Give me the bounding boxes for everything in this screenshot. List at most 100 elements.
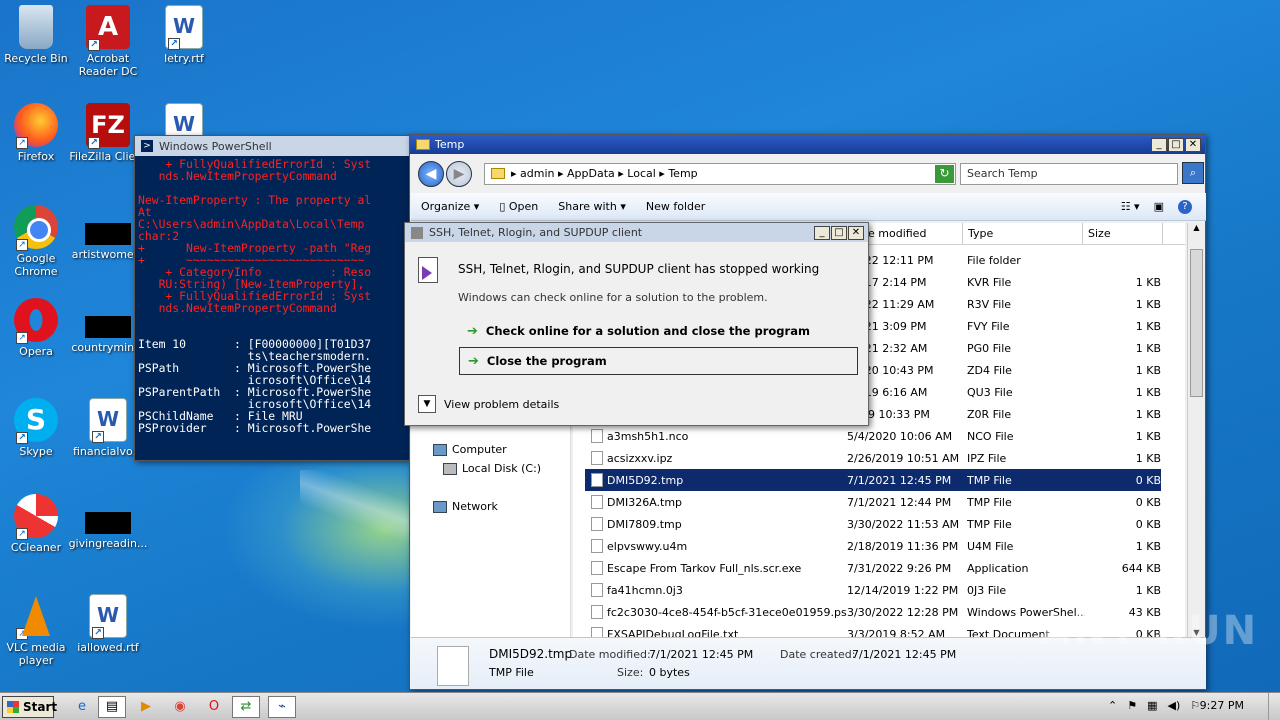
network-tray-icon[interactable]: ▦ [1147, 699, 1157, 712]
file-type: IPZ File [967, 451, 1007, 465]
file-size: 1 KB [1135, 341, 1161, 355]
tray-expand-icon[interactable]: ⌃ [1108, 699, 1117, 712]
check-online-button[interactable]: ➔ Check online for a solution and close t… [459, 317, 858, 345]
dialog-titlebar[interactable]: SSH, Telnet, Rlogin, and SUPDUP client _… [405, 223, 868, 242]
open-button[interactable]: ▯ Open [489, 200, 548, 213]
desktop-icon[interactable]: Recycle Bin [0, 5, 76, 65]
ie-icon[interactable]: e [68, 696, 96, 718]
desktop-icon[interactable]: W ↗ iallowed.rtf [68, 594, 148, 654]
help-icon[interactable]: ? [1178, 199, 1192, 214]
desktop-icon-label: Firefox [17, 150, 55, 163]
desktop-icon[interactable]: S ↗ Skype [0, 398, 76, 458]
vertical-scrollbar[interactable]: ▲ ▼ [1187, 223, 1205, 637]
file-type: Z0R File [967, 407, 1012, 421]
breadcrumb-item[interactable]: AppData [567, 167, 615, 180]
action-center-icon[interactable]: ⚑ [1127, 699, 1137, 712]
scroll-thumb[interactable] [1190, 249, 1203, 397]
crash-dialog[interactable]: SSH, Telnet, Rlogin, and SUPDUP client _… [404, 222, 869, 426]
breadcrumb-item[interactable]: admin [520, 167, 554, 180]
explorer-taskbar-icon[interactable]: ▤ [98, 696, 126, 718]
scroll-up-icon[interactable]: ▲ [1188, 223, 1205, 232]
column-header-modified[interactable]: e modified [863, 223, 963, 244]
file-row[interactable]: DMI326A.tmp 7/1/2021 12:44 PM TMP File 0 KB [585, 491, 1161, 513]
word-doc-icon: W↗ [89, 398, 127, 443]
chevron-right-icon[interactable]: ▸ [615, 167, 628, 180]
arrow-icon: ➔ [468, 353, 479, 369]
minimize-button[interactable]: _ [814, 226, 830, 240]
powershell-title: Windows PowerShell [159, 139, 272, 153]
desktop-icon[interactable]: givingreadin... [68, 494, 148, 550]
file-row[interactable]: a3msh5h1.nco 5/4/2020 10:06 AM NCO File 1 K… [585, 425, 1161, 447]
forward-button[interactable]: ▶ [446, 161, 472, 187]
breadcrumb-item[interactable]: Temp [668, 167, 697, 180]
file-row[interactable]: acsizxxv.ipz 2/26/2019 10:51 AM IPZ File 1 … [585, 447, 1161, 469]
computer-icon [433, 443, 447, 456]
preview-pane-icon[interactable]: ▣ [1154, 200, 1164, 214]
file-type: TMP File [967, 495, 1012, 509]
powershell-console[interactable]: + FullyQualifiedErrorId : Syst nds.NewIt… [135, 156, 409, 460]
refresh-icon[interactable]: ↻ [935, 165, 954, 183]
file-date: 7/31/2022 9:26 PM [847, 561, 952, 575]
search-input[interactable]: Search Temp [960, 163, 1178, 185]
powershell-taskbar-icon[interactable]: ⌁ [268, 696, 296, 718]
putty-taskbar-icon[interactable]: ⇄ [232, 696, 260, 718]
desktop-icon[interactable]: ↗ Google Chrome [0, 205, 76, 278]
chrome-taskbar-icon[interactable]: ◉ [166, 696, 194, 718]
volume-icon[interactable]: ◀) [1168, 699, 1181, 712]
search-icon[interactable]: ⌕ [1182, 162, 1204, 184]
column-header-type[interactable]: Type [963, 223, 1083, 244]
clock[interactable]: 9:27 PM [1200, 699, 1244, 712]
recycle-bin-icon [19, 5, 53, 49]
view-details-toggle[interactable]: ▼ View problem details [418, 395, 559, 413]
chevron-right-icon[interactable]: ▸ [511, 167, 520, 180]
desktop-icon-label: CCleaner [10, 541, 62, 554]
redacted-icon [85, 512, 131, 534]
start-button[interactable]: Start [2, 696, 57, 718]
show-desktop-button[interactable] [1268, 693, 1280, 720]
desktop-icon[interactable]: ↗ CCleaner [0, 494, 76, 554]
power-icon[interactable]: ⚐ [1190, 699, 1200, 712]
maximize-button[interactable]: □ [1168, 138, 1184, 152]
file-date: 5/4/2020 10:06 AM [847, 429, 953, 443]
close-button[interactable]: ✕ [1185, 138, 1201, 152]
desktop-icon[interactable]: W ↗ letry.rtf [144, 5, 224, 65]
file-date: 7/1/2021 12:44 PM [847, 495, 952, 509]
file-row[interactable]: Escape From Tarkov Full_nls.scr.exe 7/31/… [585, 557, 1161, 579]
file-row[interactable]: DMI7809.tmp 3/30/2022 11:53 AM TMP File 0 K… [585, 513, 1161, 535]
file-type: KVR File [967, 275, 1012, 289]
file-type: File folder [967, 253, 1021, 267]
nav-computer[interactable]: Computer [433, 443, 507, 456]
new-folder-button[interactable]: New folder [636, 200, 715, 213]
powershell-titlebar[interactable]: > Windows PowerShell [135, 136, 409, 156]
minimize-button[interactable]: _ [1151, 138, 1167, 152]
opera-taskbar-icon[interactable]: O [200, 696, 228, 718]
breadcrumb-item[interactable]: Local [627, 167, 656, 180]
file-type: R3V File [967, 297, 1012, 311]
file-row[interactable]: DMI5D92.tmp 7/1/2021 12:45 PM TMP File 0 KB [585, 469, 1161, 491]
file-row[interactable]: fa41hcmn.0j3 12/14/2019 1:22 PM 0J3 File 1 … [585, 579, 1161, 601]
maximize-button[interactable]: □ [831, 226, 847, 240]
organize-button[interactable]: Organize ▾ [411, 200, 489, 213]
shortcut-arrow-icon: ↗ [168, 38, 180, 50]
file-name: elpvswwy.u4m [607, 539, 688, 553]
breadcrumb[interactable]: ▸ admin ▸ AppData ▸ Local ▸ Temp ▾ [484, 163, 956, 185]
desktop-icon-label: Acrobat Reader DC [78, 52, 138, 78]
nav-network[interactable]: Network [433, 500, 498, 513]
chevron-right-icon[interactable]: ▸ [656, 167, 669, 180]
back-button[interactable]: ◀ [418, 161, 444, 187]
file-row[interactable]: elpvswwy.u4m 2/18/2019 11:36 PM U4M File 1 … [585, 535, 1161, 557]
view-options-icon[interactable]: ☷ ▾ [1121, 200, 1140, 214]
desktop-icon[interactable]: A ↗ Acrobat Reader DC [68, 5, 148, 78]
desktop-icon[interactable]: ↗ VLC media player [0, 594, 76, 667]
media-player-icon[interactable]: ▶ [132, 696, 160, 718]
desktop-icon[interactable]: ↗ Opera [0, 298, 76, 358]
column-header-size[interactable]: Size [1083, 223, 1163, 244]
share-with-button[interactable]: Share with ▾ [548, 200, 636, 213]
powershell-window[interactable]: > Windows PowerShell + FullyQualifiedErr… [134, 135, 410, 461]
close-button[interactable]: ✕ [848, 226, 864, 240]
chevron-right-icon[interactable]: ▸ [555, 167, 568, 180]
nav-local-disk[interactable]: Local Disk (C:) [443, 462, 541, 475]
desktop-icon[interactable]: ↗ Firefox [0, 103, 76, 163]
close-program-button[interactable]: ➔ Close the program [459, 347, 858, 375]
explorer-titlebar[interactable]: Temp _ □ ✕ [410, 135, 1205, 154]
